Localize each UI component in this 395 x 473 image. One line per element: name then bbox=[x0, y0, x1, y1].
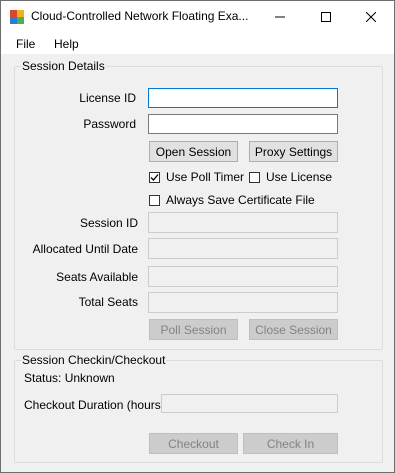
allocated-until-input bbox=[148, 238, 338, 259]
allocated-until-label: Allocated Until Date bbox=[32, 242, 138, 256]
password-input[interactable] bbox=[148, 114, 338, 134]
title-bar[interactable]: Cloud-Controlled Network Floating Exa... bbox=[1, 1, 394, 32]
always-save-certificate-label: Always Save Certificate File bbox=[166, 193, 315, 207]
checkout-title: Session Checkin/Checkout bbox=[21, 353, 167, 367]
menu-help[interactable]: Help bbox=[54, 37, 79, 51]
session-id-input bbox=[148, 212, 338, 233]
seats-available-input bbox=[148, 266, 338, 287]
session-details-title: Session Details bbox=[21, 59, 106, 73]
main-window: Cloud-Controlled Network Floating Exa...… bbox=[0, 0, 395, 473]
license-id-input[interactable] bbox=[148, 88, 338, 108]
close-window-button[interactable] bbox=[348, 1, 394, 32]
checkmark-icon bbox=[150, 173, 159, 181]
session-id-label: Session ID bbox=[79, 216, 138, 230]
use-license-checkbox[interactable]: Use License bbox=[249, 170, 332, 184]
total-seats-input bbox=[148, 292, 338, 313]
close-session-button[interactable]: Close Session bbox=[249, 319, 338, 340]
checkout-duration-input bbox=[161, 394, 338, 413]
minimize-icon bbox=[275, 16, 285, 17]
maximize-icon bbox=[321, 11, 331, 22]
check-in-button[interactable]: Check In bbox=[243, 433, 338, 454]
license-id-label: License ID bbox=[79, 91, 136, 105]
minimize-button[interactable] bbox=[257, 1, 303, 32]
checkout-button[interactable]: Checkout bbox=[149, 433, 238, 454]
password-label: Password bbox=[83, 117, 136, 131]
poll-session-button[interactable]: Poll Session bbox=[149, 319, 238, 340]
proxy-settings-button[interactable]: Proxy Settings bbox=[249, 141, 338, 162]
window-title: Cloud-Controlled Network Floating Exa... bbox=[31, 9, 249, 23]
use-poll-timer-box[interactable] bbox=[149, 171, 160, 183]
use-poll-timer-label: Use Poll Timer bbox=[166, 170, 245, 184]
checkout-duration-label: Checkout Duration (hours): bbox=[24, 398, 169, 412]
close-icon bbox=[366, 11, 376, 22]
maximize-button[interactable] bbox=[303, 1, 349, 32]
use-poll-timer-checkbox[interactable]: Use Poll Timer bbox=[149, 170, 244, 184]
always-save-certificate-checkbox[interactable]: Always Save Certificate File bbox=[149, 193, 315, 207]
menu-bar: File Help bbox=[1, 32, 394, 54]
open-session-button[interactable]: Open Session bbox=[149, 141, 238, 162]
app-icon bbox=[10, 10, 24, 24]
menu-file[interactable]: File bbox=[16, 37, 35, 51]
use-license-label: Use License bbox=[266, 170, 333, 184]
status-text: Status: Unknown bbox=[24, 371, 115, 385]
use-license-box[interactable] bbox=[249, 171, 260, 183]
always-save-certificate-box[interactable] bbox=[149, 194, 160, 206]
total-seats-label: Total Seats bbox=[78, 295, 138, 309]
seats-available-label: Seats Available bbox=[56, 270, 138, 284]
